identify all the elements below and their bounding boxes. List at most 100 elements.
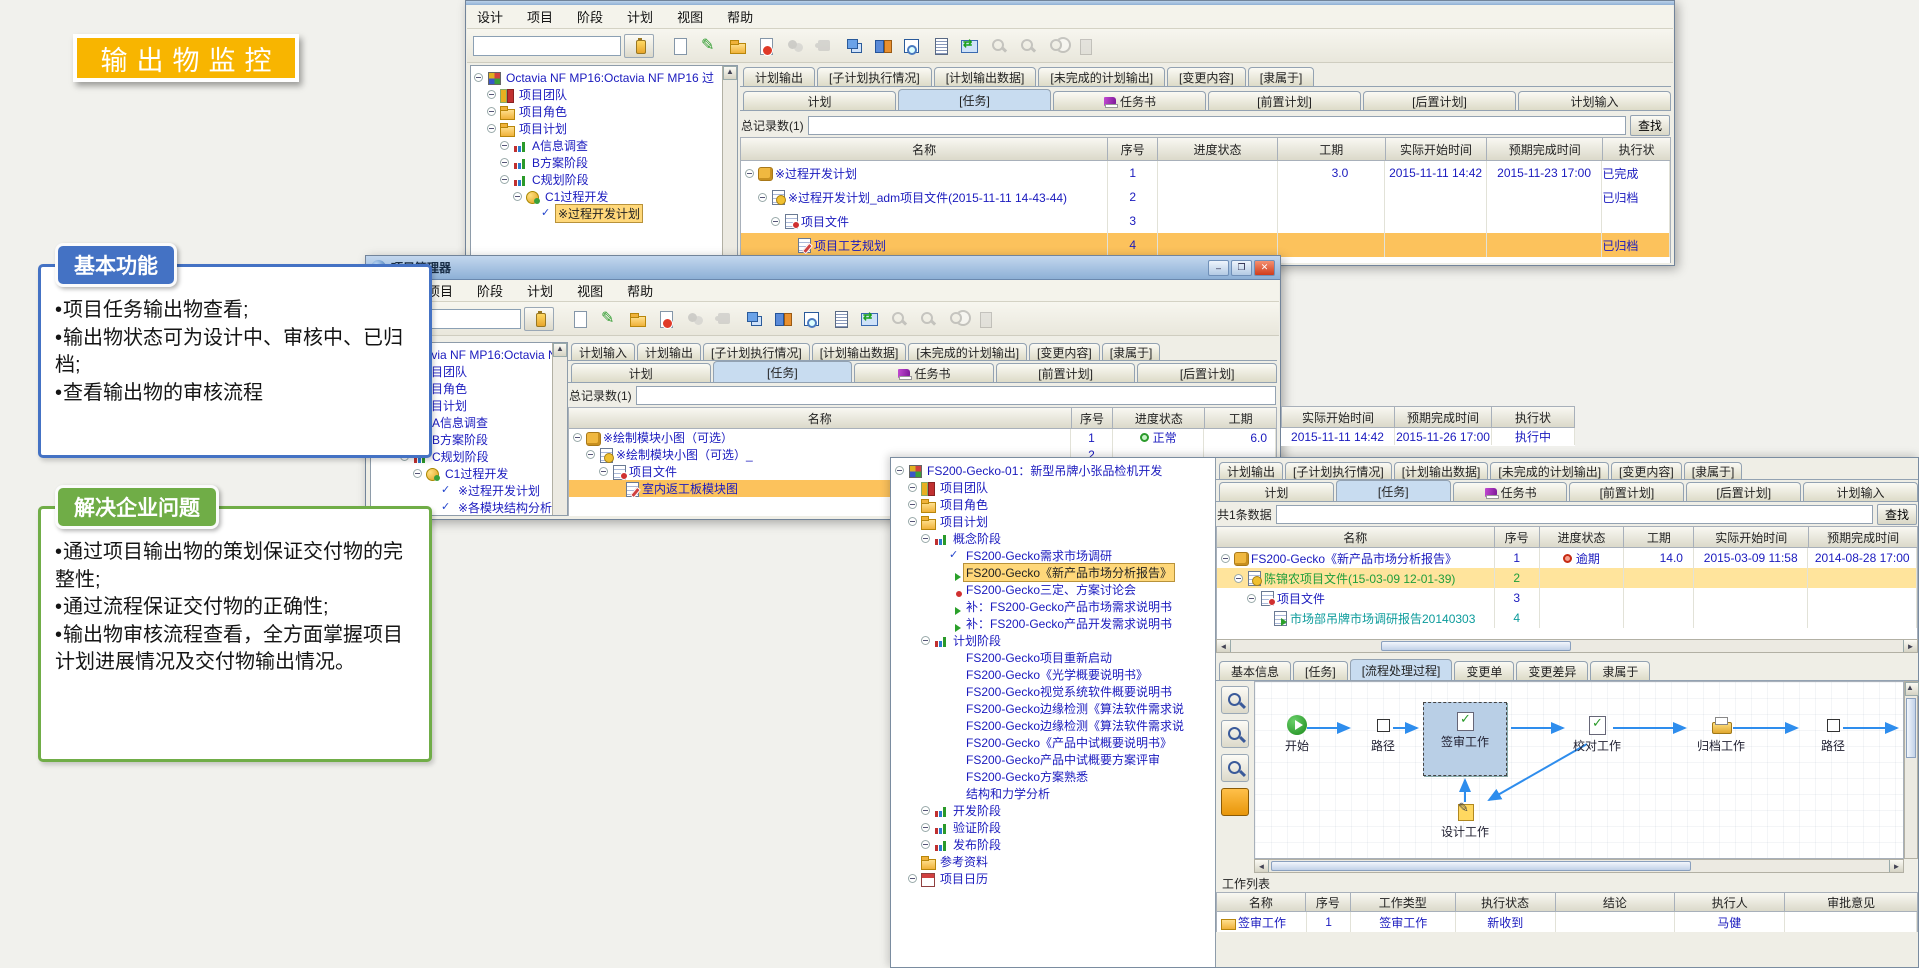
tab[interactable]: [隶属于] — [1684, 462, 1743, 479]
tab[interactable]: [隶属于] — [1102, 343, 1161, 360]
tree-item[interactable]: 项目计划 — [473, 120, 721, 137]
menu-item[interactable]: 阶段 — [577, 7, 603, 26]
toolbar-button[interactable] — [897, 33, 923, 59]
column-header[interactable]: 进度状态 — [1540, 526, 1625, 548]
column-header[interactable]: 序号 — [1495, 526, 1540, 548]
tab[interactable]: [子计划执行情况] — [703, 343, 810, 360]
tab[interactable]: [任务] — [1336, 480, 1451, 501]
tree-item[interactable]: 验证阶段 — [894, 819, 1213, 836]
tree-item[interactable]: 项目计划 — [894, 513, 1213, 530]
column-header[interactable]: 工作类型 — [1351, 892, 1456, 912]
tree-expander-icon[interactable] — [921, 840, 930, 849]
column-header[interactable]: 预期完成时间 — [1487, 137, 1603, 161]
horizontal-scrollbar[interactable]: ◄ ► — [1216, 639, 1918, 653]
tab[interactable]: 计划 — [1219, 482, 1334, 501]
toolbar-button[interactable] — [797, 306, 823, 332]
toolbar-button[interactable] — [752, 33, 778, 59]
scrollbar-thumb[interactable] — [1906, 698, 1916, 758]
menu-item[interactable]: 帮助 — [627, 281, 653, 300]
flow-node[interactable]: 签审工作 — [1423, 702, 1507, 776]
tab[interactable]: [未完成的计划输出] — [1038, 67, 1165, 86]
tree-item[interactable]: FS200-Gecko需求市场调研 — [894, 547, 1213, 564]
toolbar-button[interactable] — [723, 33, 749, 59]
row-expander-icon[interactable] — [758, 193, 767, 202]
scroll-up-icon[interactable]: ▲ — [723, 66, 737, 80]
tree-item[interactable]: 项目角色 — [894, 496, 1213, 513]
tree-expander-icon[interactable] — [921, 534, 930, 543]
tab[interactable]: [变更内容] — [1029, 343, 1100, 360]
table-row[interactable]: FS200-Gecko《新产品市场分析报告》 1 逾期 14.0 2015-03… — [1217, 548, 1917, 568]
tree-expander-icon[interactable] — [921, 636, 930, 645]
tree-expander-icon[interactable] — [500, 158, 509, 167]
row-expander-icon[interactable] — [1247, 594, 1256, 603]
tab[interactable]: 任务书 — [1453, 482, 1568, 501]
filter-input[interactable] — [1276, 505, 1873, 524]
toolbar-button[interactable] — [652, 306, 678, 332]
canvas-horizontal-scrollbar[interactable]: ◄ ► — [1254, 859, 1904, 873]
tree-item[interactable]: ※过程开发计划 — [473, 205, 721, 222]
toolbar-button[interactable] — [565, 306, 591, 332]
tree-expander-icon[interactable] — [487, 124, 496, 133]
flow-node[interactable]: 归档工作 — [1679, 714, 1763, 754]
minimize-button[interactable]: – — [1208, 260, 1229, 276]
table-row[interactable]: 陈锦农项目文件(15-03-09 12-01-39) 2 — [1217, 568, 1917, 588]
tree-item[interactable]: Octavia NF MP16:Octavia NF MP16 过 — [473, 69, 721, 86]
column-header[interactable]: 结论 — [1556, 892, 1676, 912]
flow-node[interactable]: 开始 — [1255, 714, 1339, 754]
table-row[interactable]: 市场部吊牌市场调研报告20140303 4 — [1217, 608, 1917, 628]
toolbar-button[interactable] — [839, 33, 865, 59]
toolbar-button[interactable] — [868, 33, 894, 59]
tab[interactable]: 基本信息 — [1219, 661, 1291, 680]
tab[interactable]: 变更差异 — [1516, 661, 1588, 680]
tab[interactable]: 计划输入 — [1518, 91, 1671, 110]
tab[interactable]: [隶属于] — [1248, 67, 1315, 86]
scroll-right-icon[interactable]: ► — [1903, 640, 1917, 652]
column-header[interactable]: 序号 — [1072, 407, 1114, 429]
zoom-fit-button[interactable] — [1221, 686, 1249, 714]
close-button[interactable]: ✕ — [1254, 260, 1275, 276]
column-header[interactable]: 审批意见 — [1785, 892, 1918, 912]
toolbar-button[interactable] — [694, 33, 720, 59]
scrollbar-thumb[interactable] — [1381, 641, 1571, 651]
tab[interactable]: [流程处理过程] — [1350, 659, 1453, 680]
flow-node[interactable]: 路径 — [1791, 714, 1875, 754]
toolbar-button[interactable] — [926, 33, 952, 59]
tree-expander-icon[interactable] — [908, 483, 917, 492]
column-header[interactable]: 名称 — [740, 137, 1108, 161]
flow-node[interactable]: 校对工作 — [1555, 714, 1639, 754]
filter-input[interactable] — [808, 116, 1626, 135]
tab[interactable]: [前置计划] — [1569, 482, 1684, 501]
tree-item[interactable]: FS200-Gecko边缘检测《算法软件需求说 — [894, 717, 1213, 734]
tree-expander-icon[interactable] — [487, 107, 496, 116]
column-header[interactable]: 执行状态 — [1456, 892, 1556, 912]
tab[interactable]: [后置计划] — [1686, 482, 1801, 501]
toolbar-button[interactable] — [781, 33, 807, 59]
tree-expander-icon[interactable] — [908, 500, 917, 509]
tab[interactable]: [子计划执行情况] — [1285, 462, 1392, 479]
tree-item[interactable]: ※过程开发计划 — [373, 482, 551, 499]
tree-item[interactable]: 补：FS200-Gecko产品开发需求说明书 — [894, 615, 1213, 632]
worklist-row[interactable]: 签审工作 1 签审工作 新收到 马健 — [1217, 912, 1917, 932]
column-header[interactable]: 进度状态 — [1158, 137, 1278, 161]
row-expander-icon[interactable] — [1221, 554, 1230, 563]
toolbar-button[interactable] — [1042, 33, 1068, 59]
column-header[interactable]: 工期 — [1278, 137, 1386, 161]
overview-button[interactable] — [1221, 788, 1249, 816]
scroll-right-icon[interactable]: ► — [1889, 860, 1903, 872]
zoom-out-button[interactable] — [1221, 754, 1249, 782]
tab[interactable]: 任务书 — [854, 363, 994, 382]
tree-item[interactable]: 项目团队 — [894, 479, 1213, 496]
tree-item[interactable]: 计划阶段 — [894, 632, 1213, 649]
filter-input[interactable] — [636, 386, 1276, 405]
row-expander-icon[interactable] — [771, 217, 780, 226]
tab[interactable]: 计划输出 — [743, 67, 815, 86]
tab[interactable]: [计划输出数据] — [1394, 462, 1489, 479]
tree-expander-icon[interactable] — [921, 823, 930, 832]
tab[interactable]: [变更内容] — [1611, 462, 1682, 479]
tree-item[interactable]: C1过程开发 — [473, 188, 721, 205]
tree-item[interactable]: FS200-Gecko边缘检测《算法软件需求说 — [894, 700, 1213, 717]
toolbar-button[interactable] — [971, 306, 997, 332]
tab[interactable]: [子计划执行情况] — [817, 67, 932, 86]
toolbar-button[interactable] — [884, 306, 910, 332]
tree-expander-icon[interactable] — [921, 806, 930, 815]
